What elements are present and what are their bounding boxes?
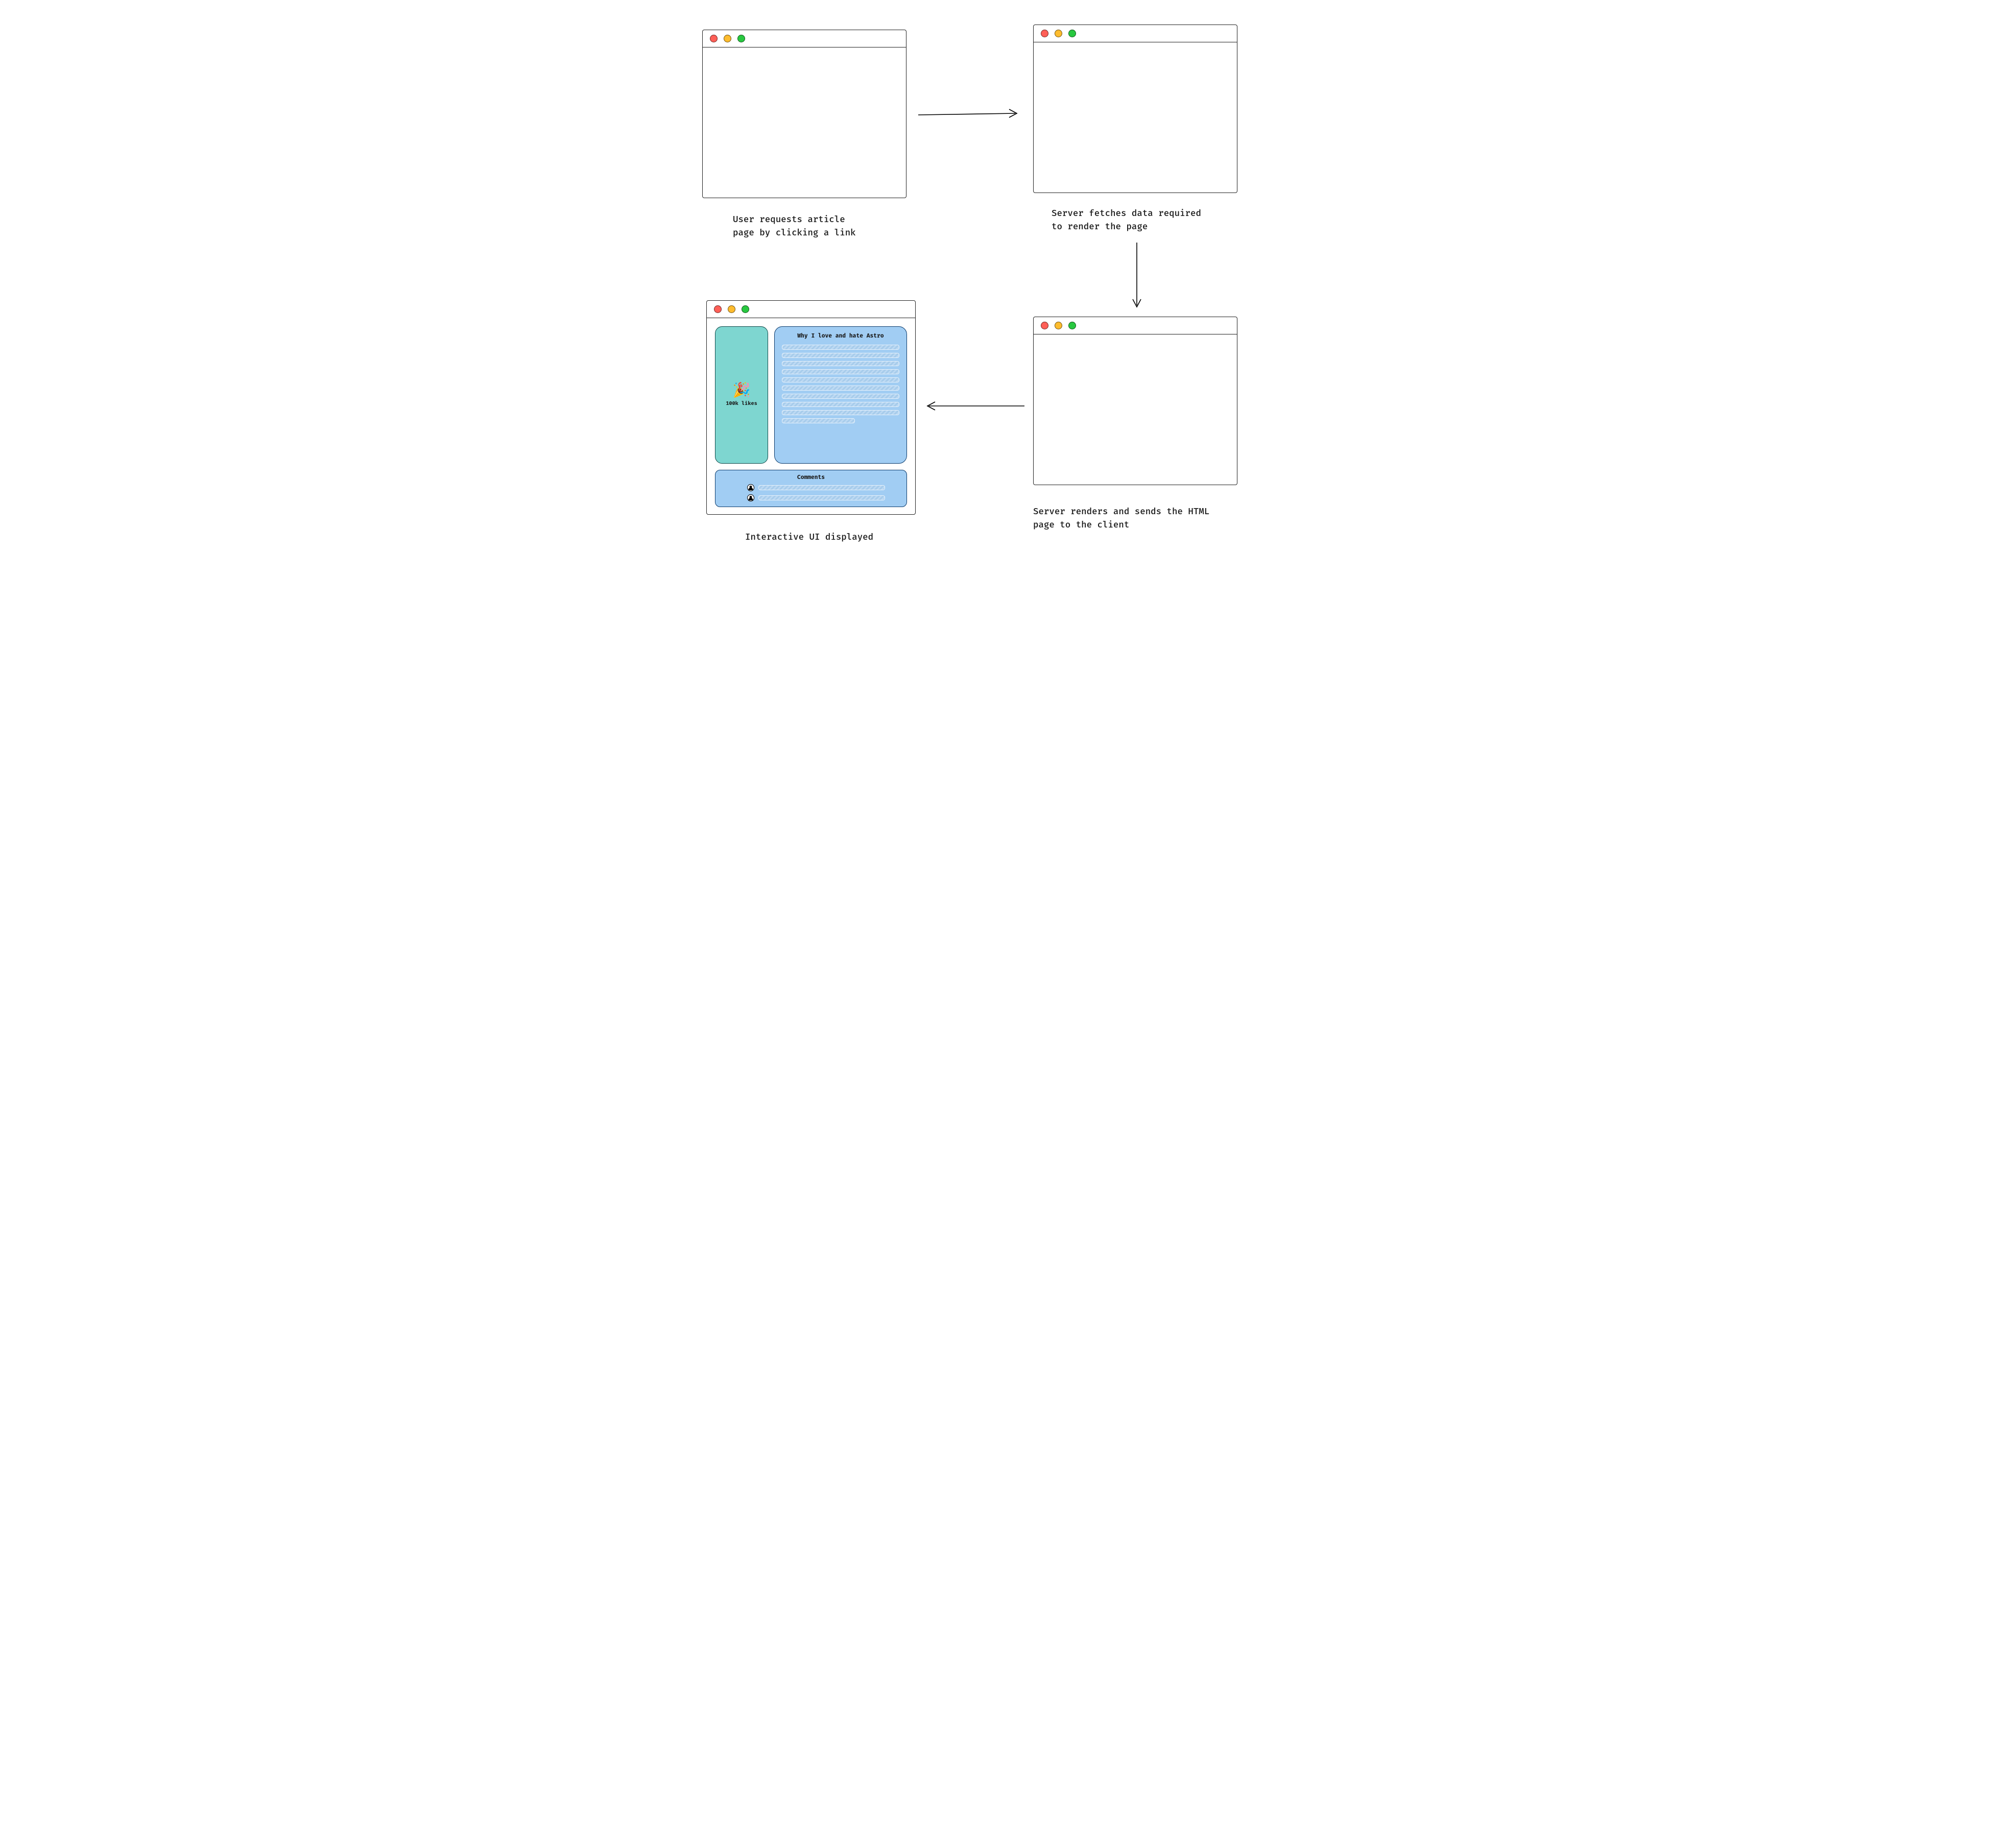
titlebar: [703, 30, 906, 47]
comment-text: [758, 485, 885, 490]
party-popper-icon: 🎉: [733, 383, 751, 398]
comments-heading: Comments: [722, 474, 900, 481]
text-line: [782, 410, 899, 415]
caption-step2: Server fetches data required to render t…: [1052, 207, 1201, 234]
minimize-icon: [1055, 30, 1062, 37]
text-line: [782, 418, 855, 423]
maximize-icon: [737, 35, 745, 42]
titlebar: [1034, 25, 1237, 42]
minimize-icon: [728, 305, 735, 313]
text-line: [782, 394, 899, 399]
likes-count: 100k likes: [726, 401, 757, 407]
maximize-icon: [1068, 322, 1076, 329]
maximize-icon: [742, 305, 749, 313]
maximize-icon: [1068, 30, 1076, 37]
minimize-icon: [1055, 322, 1062, 329]
article-content: Why I love and hate Astro: [774, 326, 907, 464]
arrow-step2-to-step3: [1129, 240, 1144, 311]
user-avatar-icon: [747, 484, 754, 491]
text-line: [782, 386, 899, 391]
caption-step3: Server renders and sends the HTML page t…: [1033, 506, 1209, 533]
text-line: [782, 353, 899, 358]
close-icon: [714, 305, 722, 313]
caption-step4: Interactive UI displayed: [745, 531, 873, 544]
arrow-step3-to-step4: [925, 398, 1027, 414]
rendered-page: 🎉 100k likes Why I love and hate Astro: [707, 318, 915, 514]
titlebar: [1034, 317, 1237, 334]
browser-window-step3: [1033, 317, 1237, 485]
text-line: [782, 361, 899, 366]
browser-window-step4: 🎉 100k likes Why I love and hate Astro: [706, 300, 916, 515]
ssr-flow-diagram: User requests article page by clicking a…: [696, 20, 1309, 592]
close-icon: [710, 35, 718, 42]
minimize-icon: [724, 35, 731, 42]
titlebar: [707, 301, 915, 318]
likes-widget[interactable]: 🎉 100k likes: [715, 326, 768, 464]
text-line: [782, 402, 899, 407]
comment-item: [722, 484, 900, 491]
caption-step1: User requests article page by clicking a…: [733, 213, 856, 241]
comments-section: Comments: [715, 470, 907, 507]
user-avatar-icon: [747, 494, 754, 501]
comment-text: [758, 495, 885, 500]
text-line: [782, 345, 899, 350]
close-icon: [1041, 322, 1048, 329]
text-line: [782, 377, 899, 382]
text-line: [782, 369, 899, 374]
comment-item: [722, 494, 900, 501]
browser-window-step1: [702, 30, 906, 198]
close-icon: [1041, 30, 1048, 37]
arrow-step1-to-step2: [916, 107, 1023, 123]
article-title: Why I love and hate Astro: [782, 333, 899, 340]
browser-window-step2: [1033, 25, 1237, 193]
